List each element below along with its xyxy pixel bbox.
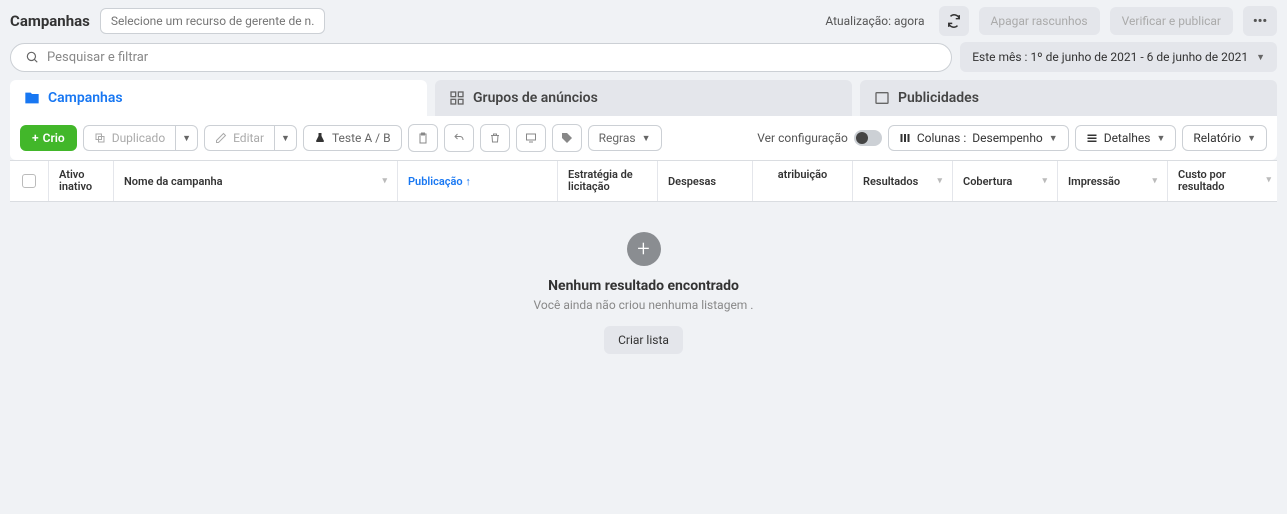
tabs-row: Campanhas Grupos de anúncios Publicidade… xyxy=(0,80,1287,116)
page-title: Campanhas xyxy=(10,12,90,30)
trash-icon xyxy=(489,132,501,144)
clipboard-icon xyxy=(417,132,429,144)
date-range-label: Este mês : 1º de junho de 2021 - 6 de ju… xyxy=(972,50,1248,64)
undo-icon xyxy=(453,132,465,144)
test-ab-label: Teste A / B xyxy=(332,131,391,145)
duplicate-dropdown[interactable]: ▼ xyxy=(175,125,198,151)
top-header: Campanhas Atualização: agora Apagar rasc… xyxy=(0,0,1287,42)
chevron-down-icon: ▼ xyxy=(1049,133,1058,144)
col-campaign-name[interactable]: Nome da campanha ▾ xyxy=(113,161,397,201)
col-coverage[interactable]: Cobertura ▾ xyxy=(952,161,1057,201)
report-label: Relatório xyxy=(1193,131,1241,145)
chevron-down-icon: ▼ xyxy=(1247,133,1256,144)
tag-icon xyxy=(561,132,573,144)
col-impression[interactable]: Impressão ▾ xyxy=(1057,161,1167,201)
tab-adgroups[interactable]: Grupos de anúncios xyxy=(435,80,852,116)
columns-value: Desempenho xyxy=(972,131,1043,145)
delete-drafts-button[interactable]: Apagar rascunhos xyxy=(979,7,1100,35)
col-publication[interactable]: Publicação ↑ xyxy=(397,161,557,201)
search-icon xyxy=(25,50,39,64)
toolbar: + Crio Duplicado ▼ Editar ▼ Teste A / B xyxy=(10,116,1277,160)
search-row: Este mês : 1º de junho de 2021 - 6 de ju… xyxy=(0,42,1287,80)
delete-button[interactable] xyxy=(480,124,510,152)
update-label: Atualização: agora xyxy=(825,14,924,28)
verify-publish-button[interactable]: Verificar e publicar xyxy=(1110,7,1233,35)
view-config[interactable]: Ver configuração xyxy=(757,130,882,146)
undo-button[interactable] xyxy=(444,124,474,152)
empty-state: + Nenhum resultado encontrado Você ainda… xyxy=(0,202,1287,384)
plus-icon: + xyxy=(32,131,39,145)
columns-button[interactable]: Colunas : Desempenho ▼ xyxy=(888,125,1069,151)
sort-icon: ▾ xyxy=(1266,176,1271,186)
tab-ads[interactable]: Publicidades xyxy=(860,80,1277,116)
chevron-down-icon: ▼ xyxy=(1156,133,1165,144)
columns-icon xyxy=(899,132,911,144)
plus-circle-icon: + xyxy=(627,232,661,266)
more-menu-button[interactable]: ••• xyxy=(1243,6,1277,36)
tab-adgroups-label: Grupos de anúncios xyxy=(473,90,598,106)
empty-subtitle: Você ainda não criou nenhuma listagem . xyxy=(0,298,1287,312)
resource-select[interactable] xyxy=(100,8,325,34)
edit-group: Editar ▼ xyxy=(204,125,297,151)
duplicate-group: Duplicado ▼ xyxy=(83,125,198,151)
chevron-down-icon: ▼ xyxy=(642,133,651,144)
table-header: Ativo inativo Nome da campanha ▾ Publica… xyxy=(10,160,1277,202)
export-icon xyxy=(524,132,538,144)
rules-label: Regras xyxy=(599,131,636,145)
flask-icon xyxy=(314,132,326,144)
view-config-label: Ver configuração xyxy=(757,131,848,145)
details-icon xyxy=(1086,132,1098,144)
tab-ads-label: Publicidades xyxy=(898,90,979,106)
chevron-down-icon: ▼ xyxy=(1256,52,1265,63)
folder-icon xyxy=(24,90,40,106)
col-attribution[interactable]: atribuição xyxy=(752,161,852,201)
details-label: Detalhes xyxy=(1104,131,1151,145)
col-results[interactable]: Resultados ▾ xyxy=(852,161,952,201)
details-button[interactable]: Detalhes ▼ xyxy=(1075,125,1177,151)
create-button[interactable]: + Crio xyxy=(20,125,77,151)
refresh-button[interactable] xyxy=(939,6,969,36)
columns-prefix: Colunas : xyxy=(917,131,966,145)
grid-icon xyxy=(449,90,465,106)
sort-icon: ▾ xyxy=(1042,176,1047,186)
resource-input[interactable] xyxy=(100,8,325,34)
more-icon: ••• xyxy=(1253,14,1267,29)
duplicate-button[interactable]: Duplicado xyxy=(83,125,175,151)
ad-icon xyxy=(874,90,890,106)
select-all-checkbox[interactable] xyxy=(22,174,36,188)
edit-dropdown[interactable]: ▼ xyxy=(274,125,297,151)
sort-icon: ▾ xyxy=(937,176,942,186)
view-config-toggle[interactable] xyxy=(854,130,882,146)
edit-button[interactable]: Editar xyxy=(204,125,274,151)
sort-icon: ▾ xyxy=(1152,176,1157,186)
select-all-col[interactable] xyxy=(10,161,48,201)
clipboard-button[interactable] xyxy=(408,124,438,152)
chevron-down-icon: ▼ xyxy=(182,133,191,144)
search-container[interactable] xyxy=(10,43,952,72)
chevron-down-icon: ▼ xyxy=(281,133,290,144)
col-cost-per-result[interactable]: Custo por resultado ▾ xyxy=(1167,161,1277,201)
tab-campaigns-label: Campanhas xyxy=(48,90,123,106)
col-bid-strategy[interactable]: Estratégia de licitação xyxy=(557,161,657,201)
pencil-icon xyxy=(215,132,227,144)
col-active[interactable]: Ativo inativo xyxy=(48,161,113,201)
sort-icon: ▾ xyxy=(382,176,387,186)
date-range-selector[interactable]: Este mês : 1º de junho de 2021 - 6 de ju… xyxy=(960,42,1277,72)
copy-icon xyxy=(94,132,106,144)
col-expenses[interactable]: Despesas xyxy=(657,161,752,201)
tab-campaigns[interactable]: Campanhas xyxy=(10,80,427,116)
tag-button[interactable] xyxy=(552,124,582,152)
create-list-button[interactable]: Criar lista xyxy=(604,326,683,354)
create-label: Crio xyxy=(43,131,65,145)
rules-button[interactable]: Regras ▼ xyxy=(588,125,662,151)
empty-title: Nenhum resultado encontrado xyxy=(0,278,1287,294)
duplicate-label: Duplicado xyxy=(112,131,165,145)
refresh-icon xyxy=(947,14,961,28)
export-button[interactable] xyxy=(516,124,546,152)
edit-label: Editar xyxy=(233,131,264,145)
test-ab-button[interactable]: Teste A / B xyxy=(303,125,402,151)
report-button[interactable]: Relatório ▼ xyxy=(1182,125,1267,151)
search-input[interactable] xyxy=(47,50,937,65)
